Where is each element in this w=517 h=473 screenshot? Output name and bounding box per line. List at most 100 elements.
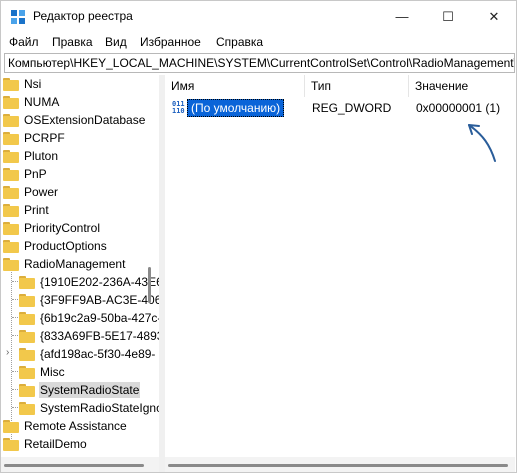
tree-item-guid-6b19[interactable]: {6b19c2a9-50ba-427c- — [19, 309, 159, 327]
folder-icon — [3, 95, 19, 109]
tree-item-label: OSExtensionDatabase — [24, 113, 146, 127]
folder-open-icon — [19, 383, 35, 397]
tree-item-misc[interactable]: Misc — [19, 363, 66, 381]
menu-edit[interactable]: Правка — [52, 35, 93, 49]
tree-guide-line — [12, 299, 18, 300]
folder-icon — [3, 419, 19, 433]
tree-item-label: {1910E202-236A-43E6- — [40, 275, 159, 289]
tree-item-label: Power — [24, 185, 59, 199]
column-header-name[interactable]: Имя — [165, 75, 305, 97]
value-type: REG_DWORD — [312, 101, 392, 115]
tree-item-guid-833a[interactable]: {833A69FB-5E17-4893- — [19, 327, 159, 345]
folder-icon — [3, 131, 19, 145]
tree-item-pnp[interactable]: PnP — [3, 165, 48, 183]
tree-guide-line — [12, 281, 18, 282]
folder-icon — [3, 437, 19, 451]
folder-icon — [19, 311, 35, 325]
folder-icon — [19, 293, 35, 307]
folder-icon — [3, 239, 19, 253]
folder-icon — [3, 113, 19, 127]
tree-item-productoptions[interactable]: ProductOptions — [3, 237, 108, 255]
tree-item-radiomanagement[interactable]: RadioManagement — [3, 255, 126, 273]
annotation-arrow-icon — [468, 124, 496, 162]
folder-icon — [3, 77, 19, 91]
tree-guide-line — [12, 335, 18, 336]
address-bar[interactable]: Компьютер\HKEY_LOCAL_MACHINE\SYSTEM\Curr… — [4, 53, 515, 73]
tree-item-label: {3F9FF9AB-AC3E-4068- — [40, 293, 159, 307]
tree-item-label: PnP — [24, 167, 47, 181]
tree-item-guid-3f9f[interactable]: {3F9FF9AB-AC3E-4068- — [19, 291, 159, 309]
window-title: Редактор реестра — [33, 9, 133, 23]
tree-horizontal-scrollbar[interactable] — [1, 457, 159, 472]
menu-help[interactable]: Справка — [216, 35, 263, 49]
column-header-type[interactable]: Тип — [305, 75, 409, 97]
tree-item-label: RetailDemo — [24, 437, 87, 451]
tree-item-remote-assistance[interactable]: Remote Assistance — [3, 417, 128, 435]
tree-item-numa[interactable]: NUMA — [3, 93, 60, 111]
folder-icon — [19, 275, 35, 289]
close-button[interactable]: ✕ — [471, 1, 516, 32]
tree-item-label: PCRPF — [24, 131, 65, 145]
tree-item-label-selected: SystemRadioState — [39, 382, 141, 398]
maximize-button[interactable]: ☐ — [425, 1, 471, 32]
tree-vertical-scrollbar[interactable] — [148, 267, 151, 303]
tree-item-label: {afd198ac-5f30-4e89- — [40, 347, 156, 361]
tree-item-nsi[interactable]: Nsi — [3, 75, 42, 93]
folder-icon — [3, 185, 19, 199]
tree-item-label: Misc — [40, 365, 65, 379]
scrollbar-thumb[interactable] — [168, 464, 508, 467]
tree-item-label: PriorityControl — [24, 221, 101, 235]
tree-item-label: RadioManagement — [24, 257, 126, 271]
address-path[interactable]: Компьютер\HKEY_LOCAL_MACHINE\SYSTEM\Curr… — [8, 56, 514, 70]
tree-guide-line — [12, 389, 18, 390]
registry-tree[interactable]: Nsi NUMA OSExtensionDatabase PCRPF Pluto… — [1, 75, 159, 457]
minimize-button[interactable]: — — [379, 1, 425, 32]
tree-item-label: NUMA — [24, 95, 60, 109]
tree-item-label: Print — [24, 203, 49, 217]
tree-item-guid-afd1[interactable]: {afd198ac-5f30-4e89- — [19, 345, 156, 363]
menu-view[interactable]: Вид — [105, 35, 127, 49]
menu-bar: Файл Правка Вид Избранное Справка — [1, 32, 516, 52]
registry-editor-window: Редактор реестра — ☐ ✕ Файл Правка Вид И… — [0, 0, 517, 473]
reg-binary-icon: 011 110 — [172, 100, 185, 115]
tree-item-label: Pluton — [24, 149, 59, 163]
tree-item-osextensiondatabase[interactable]: OSExtensionDatabase — [3, 111, 146, 129]
folder-icon — [3, 221, 19, 235]
folder-icon — [19, 329, 35, 343]
tree-item-prioritycontrol[interactable]: PriorityControl — [3, 219, 101, 237]
tree-item-label: ProductOptions — [24, 239, 107, 253]
values-list[interactable]: Имя Тип Значение 011 110 (По умолчанию) R… — [165, 75, 515, 457]
tree-item-label: SystemRadioStateIgnore — [40, 401, 159, 415]
tree-item-guid-1910[interactable]: {1910E202-236A-43E6- — [19, 273, 159, 291]
title-bar: Редактор реестра — ☐ ✕ — [1, 1, 516, 32]
tree-item-systemradiostate[interactable]: SystemRadioState — [19, 381, 141, 399]
list-horizontal-scrollbar[interactable] — [165, 457, 515, 472]
folder-icon — [19, 347, 35, 361]
value-name: (По умолчанию) — [187, 99, 285, 117]
folder-icon — [3, 149, 19, 163]
column-header-value[interactable]: Значение — [409, 75, 515, 97]
tree-item-label: {833A69FB-5E17-4893- — [40, 329, 159, 343]
tree-item-label: {6b19c2a9-50ba-427c- — [40, 311, 159, 325]
folder-icon — [19, 401, 35, 415]
chevron-right-icon[interactable]: › — [6, 347, 9, 358]
tree-item-pluton[interactable]: Pluton — [3, 147, 59, 165]
folder-icon — [3, 167, 19, 181]
menu-file[interactable]: Файл — [9, 35, 39, 49]
folder-icon — [19, 365, 35, 379]
tree-item-pcrpf[interactable]: PCRPF — [3, 129, 66, 147]
tree-item-print[interactable]: Print — [3, 201, 50, 219]
tree-item-label: Remote Assistance — [24, 419, 127, 433]
scrollbar-thumb[interactable] — [4, 464, 144, 467]
tree-item-power[interactable]: Power — [3, 183, 59, 201]
folder-open-icon — [3, 257, 19, 271]
menu-favorites[interactable]: Избранное — [140, 35, 201, 49]
tree-item-systemradiostateignore[interactable]: SystemRadioStateIgnore — [19, 399, 159, 417]
folder-icon — [3, 203, 19, 217]
tree-guide-line — [12, 371, 18, 372]
tree-item-label: Nsi — [24, 77, 42, 91]
tree-item-retaildemo[interactable]: RetailDemo — [3, 435, 88, 453]
regedit-icon — [11, 10, 25, 24]
tree-guide-line — [12, 317, 18, 318]
tree-guide-line — [12, 407, 18, 408]
